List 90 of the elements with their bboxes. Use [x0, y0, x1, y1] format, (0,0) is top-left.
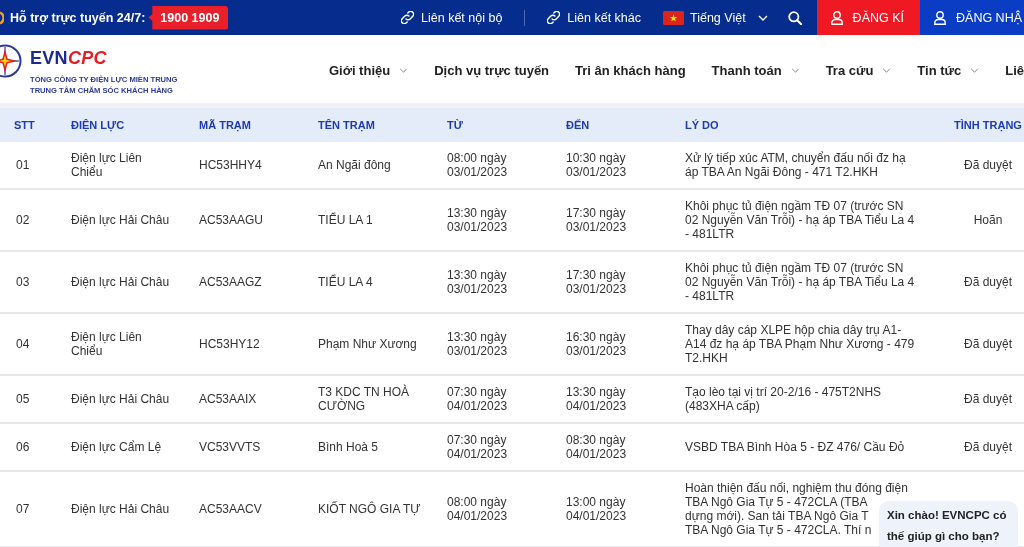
table-cell-text: Bình Hoà 5 [317, 440, 379, 454]
table-cell-text: AC53AAGU [198, 213, 264, 227]
table-cell-text: AC53AACV [198, 502, 262, 516]
table-cell: Đã duyệt [964, 392, 1012, 406]
ring-icon [0, 10, 4, 25]
table-cell-text: 02 [15, 213, 30, 227]
table-cell-text: Khôi phục tủ điện ngầm TĐ 07 (trước SN 02 Nguyễn Văn Trỗi) - hạ áp TBA Tiểu La 4 - 481LTR [684, 261, 916, 303]
nav-item[interactable]: Giới thiệu [328, 62, 409, 78]
nav-item[interactable]: Tra cứu [825, 62, 892, 78]
top-link[interactable]: Liên kết nội bộ [401, 10, 503, 25]
column-header: MÃ TRẠM [198, 119, 251, 131]
table-cell-text: AC53AAGZ [198, 275, 262, 289]
nav-item[interactable]: Liê [1005, 62, 1024, 78]
table-cell-text: VC53VVTS [198, 440, 261, 454]
column-header: STT [13, 119, 35, 131]
table-cell-text: Điện lực Cẩm Lệ [70, 440, 163, 454]
cell-text-line: Hoàn thiện đấu nối, nghiệm thu đóng điện [685, 481, 908, 495]
table-cell-text: 17:30 ngày 03/01/2023 [565, 206, 628, 234]
column-header: TÊN TRẠM [317, 119, 375, 131]
person-icon [830, 10, 843, 25]
table-cell-text: 07:30 ngày 04/01/2023 [446, 385, 509, 413]
link-icon [401, 11, 415, 24]
table-cell: Đã duyệt [964, 158, 1012, 172]
table-cell-text: VSBD TBA Bình Hòa 5 - ĐZ 476/ Cầu Đỏ [684, 440, 906, 454]
search-icon[interactable] [787, 10, 802, 25]
table-cell-text: Tạo lèo tại vị trí 20-2/16 - 475T2NHS (483XHA cấp) [684, 385, 883, 413]
table-cell-text: Điện lực Hải Châu [70, 275, 171, 289]
column-header: TÌNH TRẠNG [954, 119, 1022, 131]
table-cell-text: 03 [15, 275, 30, 289]
table-cell-text: 13:30 ngày 03/01/2023 [446, 268, 509, 296]
nav-item[interactable]: Tin tức [917, 62, 980, 78]
table-cell-text: 07 [15, 502, 30, 516]
table-cell-text: An Ngãi đông [317, 158, 391, 172]
cell-text-line: TBA Ngô Gia Tự 5 - 472CLA (TBA [685, 495, 868, 509]
table-cell-text: 13:30 ngày 03/01/2023 [446, 330, 509, 358]
table-cell-text: Điện lực Hải Châu [70, 502, 171, 516]
table-cell-text: 08:30 ngày 04/01/2023 [565, 433, 628, 461]
nav-item[interactable]: Thanh toán [711, 62, 800, 78]
table-cell-text: Điện lực Liên Chiểu [70, 151, 143, 179]
nav-item[interactable]: Dịch vụ trực tuyến [434, 62, 550, 78]
table-cell-text: 01 [15, 158, 30, 172]
table-cell-text: 08:00 ngày 03/01/2023 [446, 151, 509, 179]
table-cell-text: 08:00 ngày 04/01/2023 [446, 495, 509, 523]
table-cell-text: HC53HHY4 [198, 158, 262, 172]
table-cell-text: 07:30 ngày 04/01/2023 [446, 433, 509, 461]
table-cell-text: Điện lực Hải Châu [70, 213, 171, 227]
table-cell-text: Xử lý tiếp xúc ATM, chuyển đấu nối đz hạ áp TBA An Ngãi Đông - 471 T2.HKH [684, 151, 907, 179]
table-cell: Đã duyệt [964, 440, 1012, 454]
chat-greeting-bubble[interactable]: Xin chào! EVNCPC có thế giúp gì cho bạn? [879, 501, 1018, 547]
table-cell-text: KIỐT NGÔ GIA TỰ [317, 502, 421, 516]
column-header: TỪ [446, 119, 463, 131]
table-cell-text: 05 [15, 392, 30, 406]
table-cell-text: TIỂU LA 1 [317, 213, 373, 227]
table-cell-text: T3 KDC TN HOÀ CƯỜNG [317, 385, 411, 413]
cell-text-line: dựng mới). San tải TBA Ngô Gia T [685, 509, 869, 523]
table-cell: Đã duyệt [964, 337, 1012, 351]
top-link[interactable]: Liên kết khác [547, 10, 641, 25]
table-cell-text: 13:00 ngày 04/01/2023 [565, 495, 628, 523]
support-label: Hỗ trợ trực tuyến 24/7: [10, 10, 146, 25]
table-cell-text: AC53AAIX [198, 392, 257, 406]
chevron-down-icon [757, 14, 768, 21]
cell-text-line: TBA Ngô Gia Tự 5 - 472CLA. Thí n [685, 523, 872, 537]
flag-icon [663, 10, 684, 25]
table-cell-text: 13:30 ngày 03/01/2023 [446, 206, 509, 234]
table-cell-text: TIỂU LA 4 [317, 275, 373, 289]
table-cell: Đã duyệt [964, 275, 1012, 289]
column-header: LÝ DO [684, 119, 719, 131]
language-selector[interactable]: Tiếng Việt [663, 10, 768, 25]
table-cell-text: Thay dây cáp XLPE hộp chia dây trụ A1-A14 đz hạ áp TBA Phạm Như Xương - 479 T2.HKH [684, 323, 916, 365]
login-button[interactable]: ĐĂNG NHẬ [920, 0, 1024, 35]
table-cell-text: 04 [15, 337, 30, 351]
column-header: ĐIỆN LỰC [70, 119, 125, 131]
table-cell-text: 13:30 ngày 04/01/2023 [565, 385, 628, 413]
link-icon [547, 11, 561, 24]
column-header: ĐẾN [565, 119, 590, 131]
table-cell-text: Điện lực Hải Châu [70, 392, 171, 406]
hotline-badge[interactable]: 1900 1909 [148, 5, 229, 30]
table-cell-text: Điện lực Liên Chiểu [70, 330, 143, 358]
table-cell-text: 16:30 ngày 03/01/2023 [565, 330, 628, 358]
table-cell-text: 10:30 ngày 03/01/2023 [565, 151, 628, 179]
register-button[interactable]: ĐĂNG KÍ [816, 0, 920, 35]
table-cell-text: 17:30 ngày 03/01/2023 [565, 268, 628, 296]
nav-item[interactable]: Tri ân khách hàng [575, 62, 686, 78]
person-icon [934, 10, 946, 25]
table-cell-text: 06 [15, 440, 30, 454]
table-cell-text: HC53HY12 [198, 337, 260, 351]
table-cell-text: Khôi phục tủ điện ngầm TĐ 07 (trước SN 02 Nguyễn Văn Trỗi) - hạ áp TBA Tiểu La 4 - 481LTR [684, 199, 916, 241]
table-cell-text: Phạm Như Xương [317, 337, 417, 351]
table-cell: Hoãn [973, 213, 1003, 227]
brand-name[interactable]: EVNCPC [30, 48, 178, 68]
